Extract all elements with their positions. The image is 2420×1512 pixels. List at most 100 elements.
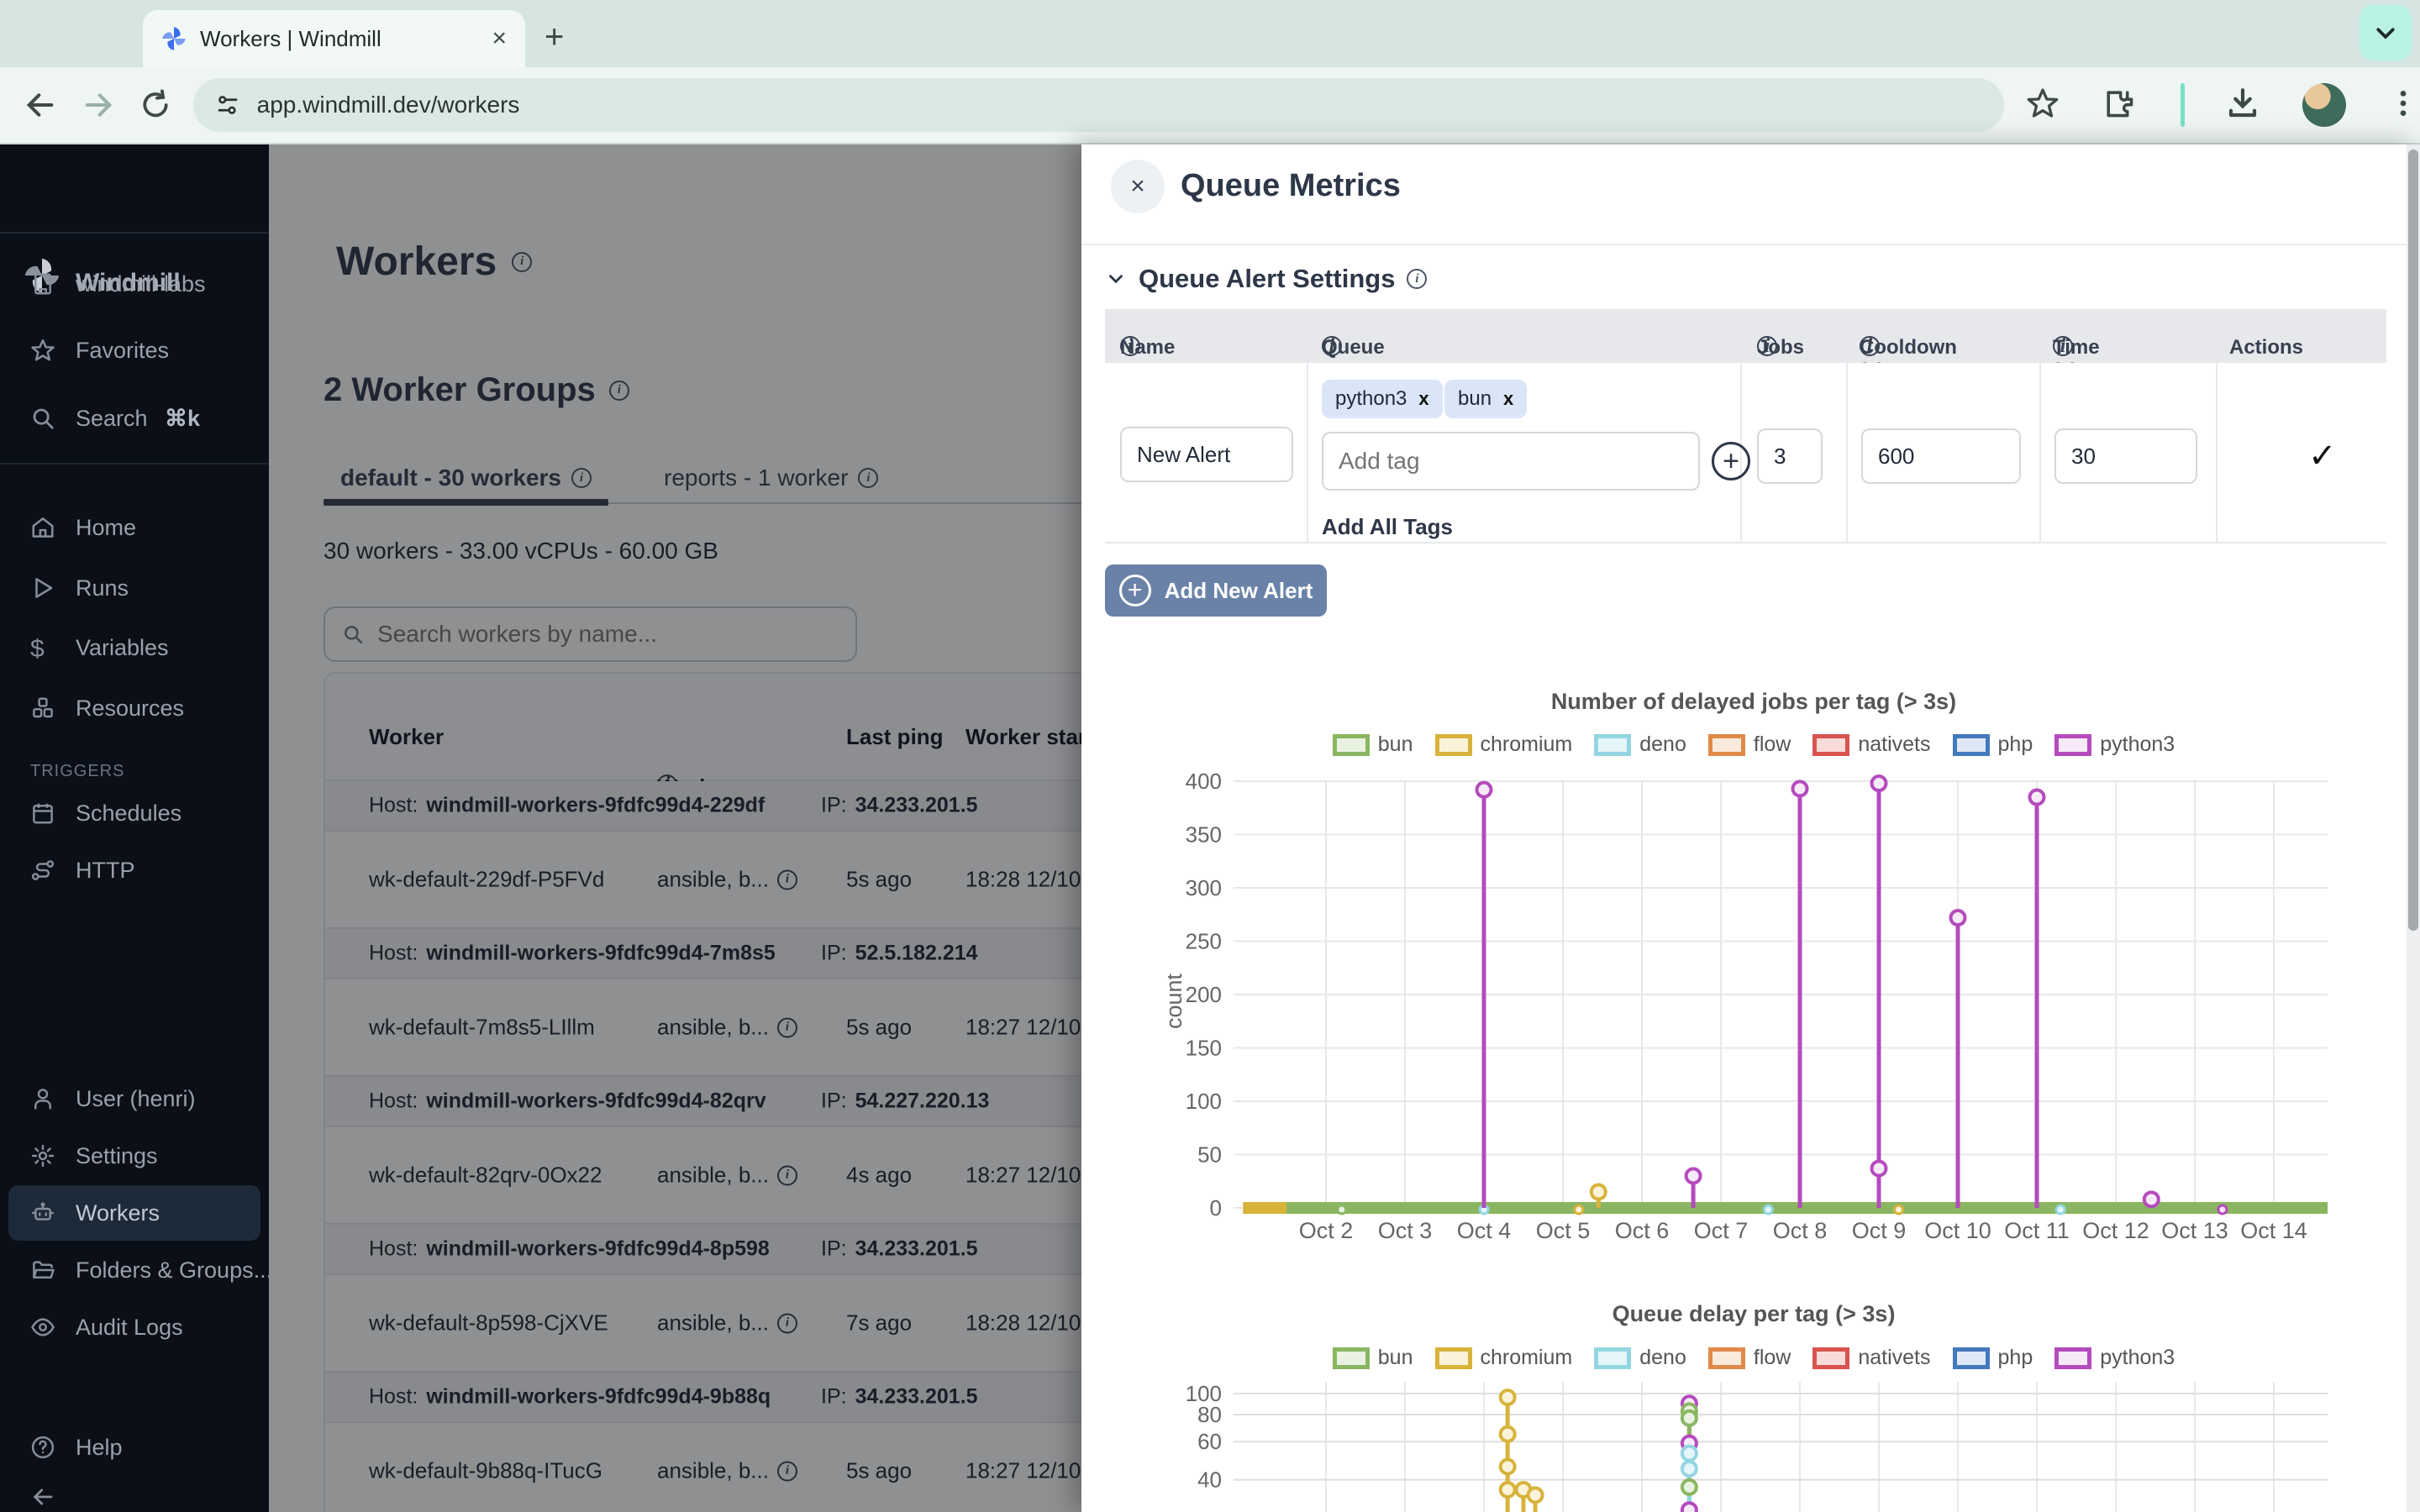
legend-php[interactable]: php	[1953, 1346, 2033, 1370]
legend-nativets[interactable]: nativets	[1812, 732, 1930, 757]
forward-button[interactable]	[70, 88, 128, 122]
cubes-icon	[30, 696, 55, 721]
sidebar-item-help[interactable]: Help	[0, 1420, 269, 1474]
sidebar-item-home[interactable]: Home	[0, 501, 269, 554]
sidebar-item-label: windmill-labs	[76, 271, 206, 297]
sidebar-item-label: Audit Logs	[76, 1315, 183, 1341]
add-all-tags-link[interactable]: Add All Tags	[1322, 514, 1453, 540]
svg-text:Oct 3: Oct 3	[1378, 1218, 1433, 1243]
search-shortcut: ⌘k	[165, 406, 200, 432]
avatar[interactable]	[2302, 83, 2346, 127]
add-new-alert-button[interactable]: + Add New Alert	[1105, 564, 1327, 617]
legend-python3[interactable]: python3	[2054, 732, 2175, 757]
queue-alert-settings-header[interactable]: Queue Alert Settings i	[1105, 264, 1427, 294]
back-button[interactable]	[12, 88, 70, 122]
legend-deno[interactable]: deno	[1594, 732, 1686, 757]
home-icon	[30, 515, 55, 540]
alert-name-input[interactable]	[1120, 427, 1293, 482]
legend-bun[interactable]: bun	[1333, 1346, 1413, 1370]
add-tag-input[interactable]	[1322, 432, 1700, 491]
chart2-title: Queue delay per tag (> 3s)	[1165, 1301, 2342, 1327]
menu-kebab-button[interactable]	[2386, 87, 2420, 124]
legend-chromium[interactable]: chromium	[1435, 1346, 1573, 1370]
screen: Workers | Windmill × + app.windmill.dev/…	[0, 0, 2420, 1512]
close-icon: ×	[1130, 172, 1145, 201]
delayed-jobs-chart: 050100150200250300350400Oct 2Oct 3Oct 4O…	[1168, 766, 2344, 1257]
star-icon	[30, 338, 55, 363]
remove-tag-button[interactable]: x	[1503, 388, 1513, 410]
svg-text:Oct 8: Oct 8	[1773, 1218, 1828, 1243]
sidebar-item-settings[interactable]: Settings	[0, 1129, 269, 1183]
sidebar-item-http[interactable]: HTTP	[0, 843, 269, 897]
svg-text:60: 60	[1197, 1429, 1222, 1454]
reload-button[interactable]	[127, 89, 185, 121]
svg-text:50: 50	[1197, 1142, 1222, 1168]
add-tag-plus-button[interactable]: +	[1712, 442, 1750, 480]
sidebar-item-label: Favorites	[76, 338, 169, 364]
close-button[interactable]: ×	[1111, 160, 1165, 213]
calendar-icon	[30, 801, 55, 826]
dollar-icon: $	[30, 635, 55, 660]
chart2-legend: bun chromium deno flow nativets php python3	[1165, 1346, 2342, 1370]
address-bar[interactable]: app.windmill.dev/workers	[193, 78, 2004, 132]
sidebar-item-resources[interactable]: Resources	[0, 681, 269, 735]
chevron-down-icon	[2373, 20, 2398, 45]
new-tab-button[interactable]: +	[544, 18, 564, 56]
bookmark-star-button[interactable]	[2026, 87, 2060, 124]
sidebar-item-audit-logs[interactable]: Audit Logs	[0, 1300, 269, 1354]
legend-chromium[interactable]: chromium	[1435, 732, 1573, 757]
svg-text:80: 80	[1197, 1402, 1222, 1427]
browser-tab-strip: Workers | Windmill × +	[0, 0, 2420, 67]
legend-flow[interactable]: flow	[1708, 732, 1791, 757]
tag-pill-bun: bunx	[1444, 380, 1527, 418]
sidebar-item-schedules[interactable]: Schedules	[0, 786, 269, 840]
url-text: app.windmill.dev/workers	[257, 92, 520, 118]
queue-delay-chart: 100806040	[1168, 1382, 2344, 1512]
legend-php[interactable]: php	[1953, 732, 2033, 757]
sidebar-item-workers[interactable]: Workers	[0, 1186, 269, 1240]
building-icon	[30, 271, 55, 297]
tab-close-button[interactable]: ×	[492, 26, 507, 51]
sidebar-item-runs[interactable]: Runs	[0, 561, 269, 615]
sidebar-item-variables[interactable]: $ Variables	[0, 621, 269, 675]
drawer-backdrop-overlay[interactable]	[269, 144, 1081, 1512]
svg-text:200: 200	[1186, 982, 1222, 1007]
scrollbar-thumb[interactable]	[2408, 150, 2418, 931]
legend-python3[interactable]: python3	[2054, 1346, 2175, 1370]
tab-title: Workers | Windmill	[200, 26, 478, 52]
alert-table-row: python3x bunx + Add All Tags ✓	[1105, 363, 2386, 543]
svg-text:Oct 9: Oct 9	[1852, 1218, 1907, 1243]
remove-tag-button[interactable]: x	[1418, 388, 1428, 410]
arrow-left-icon	[30, 1484, 55, 1509]
extensions-icon[interactable]	[2102, 86, 2137, 125]
legend-bun[interactable]: bun	[1333, 732, 1413, 757]
cooldown-input[interactable]	[1861, 428, 2021, 484]
legend-nativets[interactable]: nativets	[1812, 1346, 1930, 1370]
sidebar-item-label: User (henri)	[76, 1086, 196, 1112]
legend-flow[interactable]: flow	[1708, 1346, 1791, 1370]
svg-text:Oct 12: Oct 12	[2082, 1218, 2149, 1243]
divider	[1081, 244, 2420, 245]
svg-text:Oct 13: Oct 13	[2161, 1218, 2228, 1243]
tab-strip-chevron-button[interactable]	[2360, 5, 2412, 60]
chevron-down-icon	[1105, 268, 1127, 290]
confirm-alert-button[interactable]: ✓	[2308, 437, 2337, 475]
jobs-input[interactable]	[1757, 428, 1823, 484]
time-input[interactable]	[2054, 428, 2197, 484]
sidebar-item-workspace[interactable]: windmill-labs	[0, 257, 269, 311]
legend-deno[interactable]: deno	[1594, 1346, 1686, 1370]
sidebar-item-folders-groups[interactable]: Folders & Groups...	[0, 1243, 269, 1297]
sidebar-item-favorites[interactable]: Favorites	[0, 323, 269, 377]
sidebar-collapse-button[interactable]	[0, 1470, 269, 1512]
sidebar-item-label: Resources	[76, 696, 184, 722]
sidebar-item-search[interactable]: Search ⌘k	[0, 391, 269, 445]
browser-tab[interactable]: Workers | Windmill ×	[143, 10, 525, 67]
eye-icon	[30, 1315, 55, 1340]
svg-text:40: 40	[1197, 1467, 1222, 1493]
svg-text:0: 0	[1210, 1195, 1222, 1221]
sidebar-item-user[interactable]: User (henri)	[0, 1072, 269, 1126]
queue-metrics-drawer: × Queue Metrics Queue Alert Settings i N…	[1081, 144, 2420, 1512]
download-icon[interactable]	[2225, 86, 2260, 125]
plus-icon: +	[1119, 575, 1151, 606]
svg-text:350: 350	[1186, 822, 1222, 848]
